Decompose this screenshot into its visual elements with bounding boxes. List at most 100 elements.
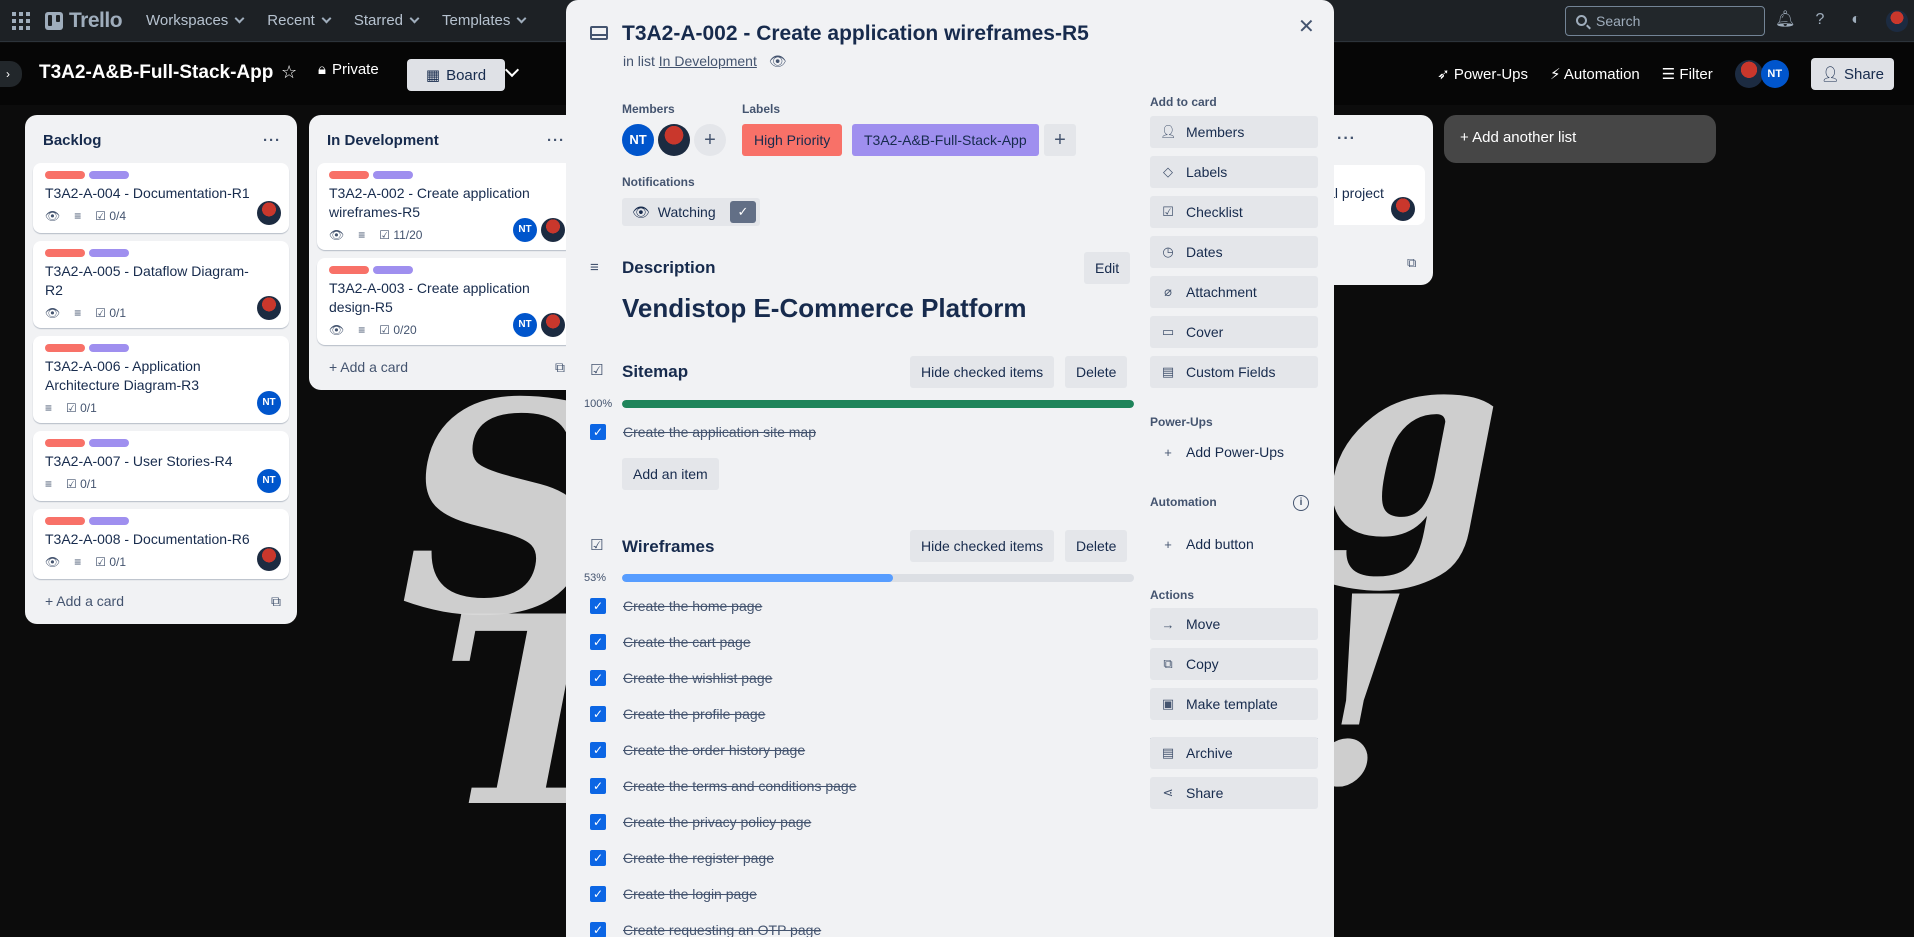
add-list-button[interactable]: + Add another list: [1444, 115, 1716, 163]
add-item-button[interactable]: Add an item: [622, 458, 719, 490]
theme-toggle-icon[interactable]: ◐: [1847, 11, 1865, 29]
add-label-button[interactable]: +: [1044, 124, 1076, 156]
checklist-item-text[interactable]: Create requesting an OTP page: [623, 922, 821, 937]
card[interactable]: T3A2-A-007 - User Stories-R4 ≡ ☑ 0/1 NT: [33, 431, 289, 501]
card[interactable]: T3A2-A-006 - Application Architecture Di…: [33, 336, 289, 423]
delete-checklist-button[interactable]: Delete: [1065, 356, 1128, 388]
avatar[interactable]: [1391, 197, 1415, 221]
avatar[interactable]: NT: [622, 124, 654, 156]
avatar[interactable]: [257, 547, 281, 571]
share-card-button[interactable]: ⋖ Share: [1150, 777, 1318, 809]
trello-logo[interactable]: Trello: [45, 9, 123, 33]
checklist-item-text[interactable]: Create the terms and conditions page: [623, 778, 856, 794]
edit-description-button[interactable]: Edit: [1084, 252, 1131, 284]
sidebar-labels-button[interactable]: ◇ Labels: [1150, 156, 1318, 188]
avatar[interactable]: [1734, 60, 1763, 88]
label-high-priority[interactable]: High Priority: [742, 124, 843, 156]
archive-button[interactable]: ▤ Archive: [1150, 737, 1318, 769]
checkbox-checked-icon[interactable]: ✓: [590, 778, 606, 794]
checklist-item[interactable]: ✓ Create the application site map: [590, 424, 816, 440]
add-card-button[interactable]: + Add a card ⧉: [317, 345, 573, 382]
avatar[interactable]: NT: [513, 313, 537, 337]
checklist-item[interactable]: ✓ Create requesting an OTP page: [590, 922, 821, 937]
checklist-item[interactable]: ✓ Create the cart page: [590, 634, 751, 650]
card-template-icon[interactable]: ⧉: [271, 593, 281, 610]
card-template-icon[interactable]: ⧉: [555, 359, 565, 376]
label-project[interactable]: T3A2-A&B-Full-Stack-App: [852, 124, 1039, 156]
avatar[interactable]: [257, 201, 281, 225]
hide-checked-items-button[interactable]: Hide checked items: [910, 530, 1055, 562]
visibility-button[interactable]: 🔒︎ Private: [318, 61, 379, 78]
info-icon[interactable]: i: [1293, 495, 1309, 511]
add-powerups-button[interactable]: + Add Power-Ups: [1150, 436, 1318, 468]
checkbox-checked-icon[interactable]: ✓: [590, 424, 606, 440]
list-header[interactable]: Backlog ···: [33, 123, 289, 155]
board-members[interactable]: NT: [1734, 60, 1789, 88]
checkbox-checked-icon[interactable]: ✓: [590, 598, 606, 614]
share-button[interactable]: 👤︎ Share: [1810, 58, 1894, 90]
chevron-down-icon[interactable]: [504, 62, 520, 78]
board-scrollbar[interactable]: [1902, 105, 1914, 937]
checklist-item[interactable]: ✓ Create the home page: [590, 598, 762, 614]
close-icon[interactable]: ✕: [1298, 14, 1315, 39]
sidebar-expand-icon[interactable]: ›: [0, 61, 22, 87]
checkbox-checked-icon[interactable]: ✓: [590, 922, 606, 937]
watch-button[interactable]: 👁︎ Watching ✓: [622, 198, 760, 226]
checklist-item-text[interactable]: Create the order history page: [623, 742, 805, 758]
list-header[interactable]: In Development ···: [317, 123, 573, 155]
notifications-bell-icon[interactable]: 🔔︎: [1775, 11, 1795, 29]
checklist-item-text[interactable]: Create the privacy policy page: [623, 814, 811, 830]
card[interactable]: T3A2-A-004 - Documentation-R1 👁︎ ≡ ☑ 0/4: [33, 163, 289, 233]
checklist-item-text[interactable]: Create the cart page: [623, 634, 751, 650]
sidebar-checklist-button[interactable]: ☑ Checklist: [1150, 196, 1318, 228]
checkbox-checked-icon[interactable]: ✓: [590, 850, 606, 866]
delete-checklist-button[interactable]: Delete: [1065, 530, 1128, 562]
board-view-button[interactable]: ▦ Board: [407, 59, 505, 91]
more-icon[interactable]: ···: [263, 132, 281, 149]
card[interactable]: T3A2-A-005 - Dataflow Diagram-R2 👁︎ ≡ ☑ 0/…: [33, 241, 289, 328]
sidebar-members-button[interactable]: 👤︎ Members: [1150, 116, 1318, 148]
checklist-item[interactable]: ✓ Create the profile page: [590, 706, 765, 722]
checkbox-checked-icon[interactable]: ✓: [590, 742, 606, 758]
hide-checked-items-button[interactable]: Hide checked items: [910, 356, 1055, 388]
checkbox-checked-icon[interactable]: ✓: [590, 886, 606, 902]
move-button[interactable]: → Move: [1150, 608, 1318, 640]
automation-button[interactable]: ⚡︎ Automation: [1550, 65, 1640, 83]
more-icon[interactable]: ···: [1337, 130, 1356, 148]
copy-button[interactable]: ⧉ Copy: [1150, 648, 1318, 680]
card[interactable]: T3A2-A-008 - Documentation-R6 👁︎ ≡ ☑ 0/1: [33, 509, 289, 579]
avatar[interactable]: NT: [513, 218, 537, 242]
checklist-item[interactable]: ✓ Create the privacy policy page: [590, 814, 811, 830]
search-input[interactable]: Search: [1565, 6, 1765, 36]
card[interactable]: T3A2-A-002 - Create application wirefram…: [317, 163, 573, 250]
add-automation-button[interactable]: + Add button: [1150, 528, 1318, 560]
avatar[interactable]: [257, 296, 281, 320]
avatar[interactable]: NT: [257, 391, 281, 415]
powerups-button[interactable]: ➶ Power-Ups: [1437, 65, 1528, 83]
checklist-title[interactable]: Sitemap: [622, 362, 688, 382]
description-text[interactable]: Vendistop E-Commerce Platform: [622, 293, 1027, 324]
checklist-item-text[interactable]: Create the home page: [623, 598, 762, 614]
nav-starred[interactable]: Starred: [354, 12, 420, 29]
avatar[interactable]: [541, 218, 565, 242]
checkbox-checked-icon[interactable]: ✓: [590, 706, 606, 722]
checklist-item-text[interactable]: Create the login page: [623, 886, 757, 902]
checklist-item-text[interactable]: Create the profile page: [623, 706, 765, 722]
sidebar-dates-button[interactable]: ◷ Dates: [1150, 236, 1318, 268]
checklist-item-text[interactable]: Create the register page: [623, 850, 774, 866]
star-icon[interactable]: ☆: [281, 62, 297, 83]
sidebar-cover-button[interactable]: ▭ Cover: [1150, 316, 1318, 348]
sidebar-custom-fields-button[interactable]: ▤ Custom Fields: [1150, 356, 1318, 388]
avatar[interactable]: NT: [257, 469, 281, 493]
checklist-item[interactable]: ✓ Create the terms and conditions page: [590, 778, 856, 794]
avatar[interactable]: [541, 313, 565, 337]
checkbox-checked-icon[interactable]: ✓: [590, 670, 606, 686]
in-list-link[interactable]: In Development: [659, 53, 757, 69]
checklist-item-text[interactable]: Create the application site map: [623, 424, 816, 440]
avatar[interactable]: NT: [1760, 60, 1789, 88]
nav-recent[interactable]: Recent: [267, 12, 332, 29]
list-title[interactable]: In Development: [327, 132, 439, 149]
more-icon[interactable]: ···: [547, 132, 565, 149]
nav-workspaces[interactable]: Workspaces: [146, 12, 245, 29]
nav-templates[interactable]: Templates: [442, 12, 527, 29]
